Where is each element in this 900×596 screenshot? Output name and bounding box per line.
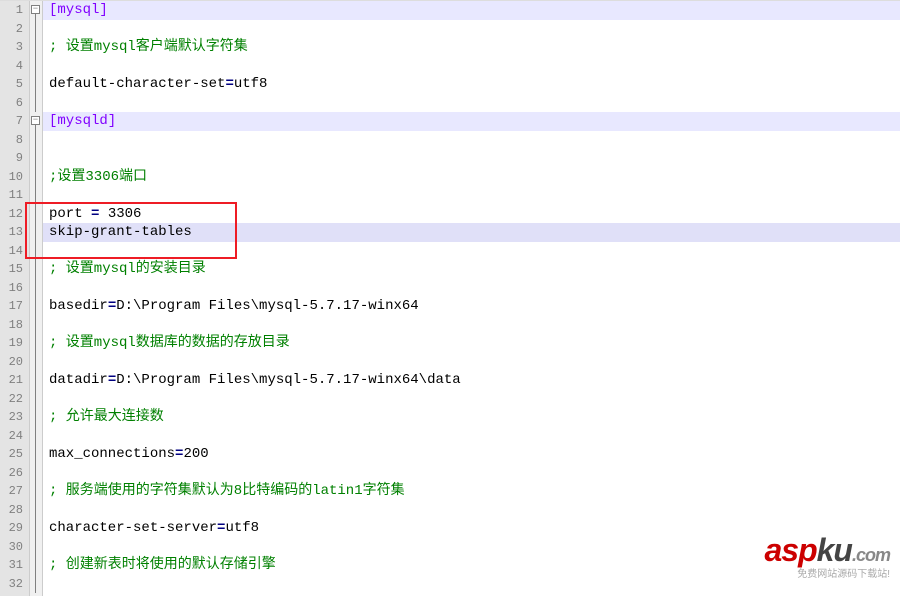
code-line[interactable]: default-character-set=utf8 [49, 75, 900, 94]
code-token: default-character-set [49, 76, 225, 92]
line-number: 23 [0, 408, 23, 427]
line-number: 5 [0, 75, 23, 94]
fold-toggle-icon[interactable]: − [31, 5, 40, 14]
code-line[interactable] [49, 20, 900, 39]
code-token: ; 设置mysql的安装目录 [49, 261, 206, 277]
code-line[interactable]: ; 创建新表时将使用的默认存储引擎 [49, 556, 900, 575]
code-token: ;设置3306端口 [49, 169, 147, 185]
line-number: 13 [0, 223, 23, 242]
code-area[interactable]: [mysql] ; 设置mysql客户端默认字符集 default-characte… [43, 1, 900, 596]
code-token: ; 服务端使用的字符集默认为8比特编码的latin1字符集 [49, 483, 405, 499]
fold-guide-line [35, 125, 36, 593]
code-token: D:\Program Files\mysql-5.7.17-winx64 [116, 298, 418, 314]
line-number: 8 [0, 131, 23, 150]
line-number: 17 [0, 297, 23, 316]
code-token: [mysql] [49, 2, 108, 18]
code-token: utf8 [234, 76, 268, 92]
line-number: 28 [0, 501, 23, 520]
line-number: 10 [0, 168, 23, 187]
code-line[interactable]: ; 设置mysql的安装目录 [49, 260, 900, 279]
line-number: 12 [0, 205, 23, 224]
line-number-gutter: 1234567891011121314151617181920212223242… [0, 1, 30, 596]
code-token: ; 创建新表时将使用的默认存储引擎 [49, 557, 276, 573]
fold-toggle-icon[interactable]: − [31, 116, 40, 125]
line-number: 7 [0, 112, 23, 131]
code-token: port [49, 206, 91, 222]
code-line[interactable] [49, 353, 900, 372]
line-number: 16 [0, 279, 23, 298]
line-number: 6 [0, 94, 23, 113]
code-token: ; 允许最大连接数 [49, 409, 164, 425]
code-token: 3306 [99, 206, 141, 222]
line-number: 20 [0, 353, 23, 372]
code-token: datadir [49, 372, 108, 388]
line-number: 30 [0, 538, 23, 557]
code-line[interactable]: ; 允许最大连接数 [49, 408, 900, 427]
code-line[interactable]: ; 设置mysql客户端默认字符集 [49, 38, 900, 57]
line-number: 24 [0, 427, 23, 446]
code-line[interactable]: [mysql] [49, 1, 900, 20]
line-number: 32 [0, 575, 23, 594]
line-number: 19 [0, 334, 23, 353]
code-line[interactable] [49, 575, 900, 594]
code-token: skip-grant-tables [49, 224, 192, 240]
line-number: 15 [0, 260, 23, 279]
code-line[interactable] [49, 94, 900, 113]
code-line[interactable] [49, 186, 900, 205]
code-token: utf8 [225, 520, 259, 536]
line-number: 27 [0, 482, 23, 501]
code-token: ; 设置mysql数据库的数据的存放目录 [49, 335, 290, 351]
line-number: 9 [0, 149, 23, 168]
fold-guide-line [35, 14, 36, 112]
code-token: D:\Program Files\mysql-5.7.17-winx64\dat… [116, 372, 460, 388]
code-line[interactable]: max_connections=200 [49, 445, 900, 464]
code-line[interactable]: port = 3306 [49, 205, 900, 224]
code-editor[interactable]: 1234567891011121314151617181920212223242… [0, 0, 900, 596]
code-line[interactable] [49, 316, 900, 335]
code-token: = [108, 298, 116, 314]
code-token: ; 设置mysql客户端默认字符集 [49, 39, 248, 55]
line-number: 18 [0, 316, 23, 335]
code-line[interactable]: datadir=D:\Program Files\mysql-5.7.17-wi… [49, 371, 900, 390]
code-token: character-set-server [49, 520, 217, 536]
line-number: 29 [0, 519, 23, 538]
line-number: 25 [0, 445, 23, 464]
code-line[interactable] [49, 131, 900, 150]
code-line[interactable]: ; 服务端使用的字符集默认为8比特编码的latin1字符集 [49, 482, 900, 501]
code-token: basedir [49, 298, 108, 314]
code-token: 200 [183, 446, 208, 462]
code-token: = [225, 76, 233, 92]
code-line[interactable] [49, 390, 900, 409]
line-number: 21 [0, 371, 23, 390]
code-line[interactable]: ; 设置mysql数据库的数据的存放目录 [49, 334, 900, 353]
line-number: 14 [0, 242, 23, 261]
code-token: = [108, 372, 116, 388]
fold-column[interactable]: −− [30, 1, 43, 596]
code-line[interactable] [49, 501, 900, 520]
code-line[interactable]: skip-grant-tables [49, 223, 900, 242]
line-number: 3 [0, 38, 23, 57]
code-line[interactable] [49, 57, 900, 76]
line-number: 1 [0, 1, 23, 20]
line-number: 4 [0, 57, 23, 76]
code-line[interactable] [49, 279, 900, 298]
line-number: 26 [0, 464, 23, 483]
code-line[interactable] [49, 242, 900, 261]
code-line[interactable]: ;设置3306端口 [49, 168, 900, 187]
line-number: 22 [0, 390, 23, 409]
code-line[interactable]: character-set-server=utf8 [49, 519, 900, 538]
line-number: 31 [0, 556, 23, 575]
code-token: max_connections [49, 446, 175, 462]
code-line[interactable] [49, 427, 900, 446]
code-line[interactable]: basedir=D:\Program Files\mysql-5.7.17-wi… [49, 297, 900, 316]
code-line[interactable]: [mysqld] [49, 112, 900, 131]
code-line[interactable] [49, 538, 900, 557]
code-line[interactable] [49, 149, 900, 168]
code-token: [mysqld] [49, 113, 116, 129]
line-number: 11 [0, 186, 23, 205]
line-number: 2 [0, 20, 23, 39]
code-line[interactable] [49, 464, 900, 483]
